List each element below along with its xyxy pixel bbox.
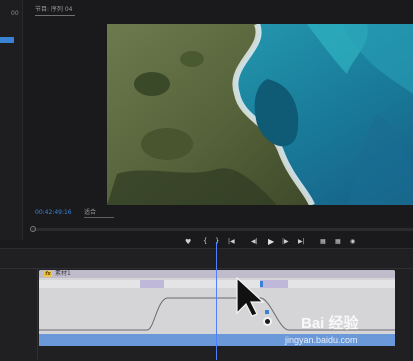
monitor-scrub-bar[interactable]: [32, 228, 413, 231]
clip-fx-badge[interactable]: fx: [44, 271, 52, 277]
timecode[interactable]: 00:42:49:16: [35, 209, 72, 217]
track-header-divider: [37, 268, 38, 360]
clip-header[interactable]: [39, 270, 395, 278]
left-panel-selected-item[interactable]: [0, 37, 14, 43]
watermark-url: jingyan.baidu.com: [285, 335, 358, 345]
monitor-scrub-start-marker[interactable]: [30, 226, 36, 232]
fit-select-underline: [84, 217, 114, 218]
go-to-out-icon[interactable]: ▶|: [298, 238, 305, 245]
mark-in-icon[interactable]: {: [203, 237, 207, 245]
lift-icon[interactable]: ▦: [320, 238, 326, 245]
extract-icon[interactable]: ▦: [335, 238, 341, 245]
timeline-header-line: [0, 268, 413, 269]
monitor-title-underline: [35, 15, 75, 16]
step-forward-icon[interactable]: |▶: [282, 238, 289, 245]
marker-icon[interactable]: ♥: [185, 238, 191, 246]
step-back-icon[interactable]: ◀|: [251, 238, 258, 245]
fit-select[interactable]: 适合: [84, 209, 96, 217]
watermark-brand: Bai 经验: [301, 315, 359, 332]
left-panel: 00: [0, 0, 23, 240]
keyframe-cursor-icon: [263, 317, 272, 326]
clip-name: 素材1: [55, 270, 71, 277]
video-frame: [107, 24, 413, 205]
keyframe-rail: [39, 280, 395, 288]
aerial-coastline-image: [107, 24, 413, 205]
left-panel-tab-partial[interactable]: 00: [11, 10, 19, 18]
play-icon[interactable]: ▶: [268, 237, 274, 246]
playhead[interactable]: [216, 242, 217, 360]
work-area-highlight-1: [140, 280, 164, 288]
go-to-in-icon[interactable]: |◀: [228, 238, 235, 245]
pointer-cursor: [236, 277, 265, 317]
monitor-title[interactable]: 节目: 序列 04: [35, 6, 72, 14]
export-frame-icon[interactable]: ◉: [350, 238, 355, 245]
transport-bar: ♥ { } |◀ ◀| ▶ |▶ ▶| ▦ ▦ ◉: [180, 236, 380, 248]
watermark-logo: Bai 经验 jingyan.baidu.com: [285, 315, 400, 360]
